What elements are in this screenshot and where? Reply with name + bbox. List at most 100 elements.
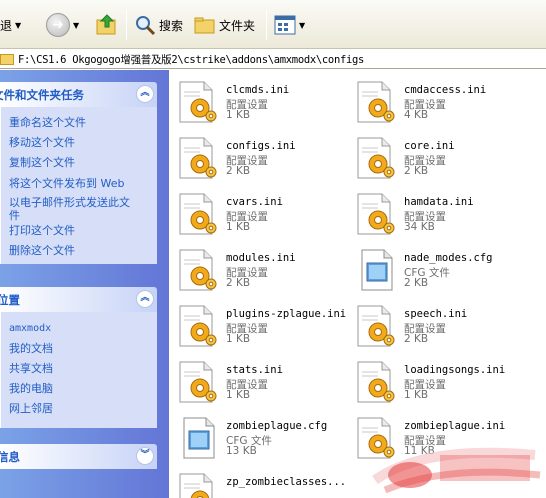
file-tasks-header[interactable]: 文件和文件夹任务 ︽ <box>0 82 157 107</box>
file-item[interactable]: hamdata.ini 配置设置 34 KB <box>352 190 527 242</box>
expand-icon[interactable]: ︾ <box>136 447 154 465</box>
config-settings-icon <box>352 414 400 462</box>
forward-arrow-icon: ➜ <box>46 13 70 37</box>
file-name: core.ini <box>404 140 455 152</box>
details-header[interactable]: 详细信息 ︾ <box>0 444 157 469</box>
task-rename[interactable]: 重命名这个文件 <box>9 116 86 129</box>
file-size: 2 KB <box>226 277 251 289</box>
up-folder-button[interactable] <box>95 10 119 40</box>
folders-button[interactable]: 文件夹 <box>194 10 255 40</box>
other-places-panel: amxmodx 我的文档 共享文档 我的电脑 网上邻居 <box>0 312 157 428</box>
file-item[interactable]: core.ini 配置设置 2 KB <box>352 134 527 186</box>
details-title: 详细信息 <box>0 450 20 464</box>
place-my-computer[interactable]: 我的电脑 <box>9 382 53 395</box>
file-size: 2 KB <box>404 165 429 177</box>
place-shared-documents[interactable]: 共享文档 <box>9 362 53 375</box>
task-print[interactable]: 打印这个文件 <box>9 224 75 237</box>
place-network[interactable]: 网上邻居 <box>9 402 53 415</box>
file-name: loadingsongs.ini <box>404 364 506 376</box>
file-name: cmdaccess.ini <box>404 84 487 96</box>
file-name: zombieplague.cfg <box>226 420 328 432</box>
config-settings-icon <box>174 246 222 294</box>
collapse-icon[interactable]: ︽ <box>136 290 154 308</box>
config-settings-icon <box>174 134 222 182</box>
file-name: zombieplague.ini <box>404 420 506 432</box>
file-size: 2 KB <box>226 165 251 177</box>
file-name: nade_modes.cfg <box>404 252 493 264</box>
views-dropdown-icon[interactable]: ▼ <box>299 21 305 30</box>
file-size: 2 KB <box>404 333 429 345</box>
file-size: 34 KB <box>404 221 435 233</box>
config-settings-icon <box>174 470 222 498</box>
file-item[interactable]: zp_zombieclasses... <box>174 470 349 498</box>
back-label: 后退 <box>0 18 13 33</box>
config-settings-icon <box>174 302 222 350</box>
file-name: clcmds.ini <box>226 84 290 96</box>
config-settings-icon <box>352 190 400 238</box>
file-tasks-panel: 重命名这个文件 移动这个文件 复制这个文件 将这个文件发布到 Web 以电子邮件… <box>0 107 157 264</box>
file-name: configs.ini <box>226 140 296 152</box>
file-name: zp_zombieclasses... <box>226 476 347 488</box>
file-item[interactable]: zombieplague.ini 配置设置 11 KB <box>352 414 527 466</box>
config-settings-icon <box>352 302 400 350</box>
file-size: 11 KB <box>404 445 435 457</box>
file-size: 1 KB <box>226 389 251 401</box>
file-name: plugins-zplague.ini <box>226 308 347 320</box>
config-settings-icon <box>174 78 222 126</box>
search-icon <box>136 16 156 36</box>
task-copy[interactable]: 复制这个文件 <box>9 156 75 169</box>
search-label: 搜索 <box>159 18 184 33</box>
file-item[interactable]: plugins-zplague.ini 配置设置 1 KB <box>174 302 349 354</box>
file-item[interactable]: loadingsongs.ini 配置设置 1 KB <box>352 358 527 410</box>
cfg-file-icon <box>174 414 222 462</box>
file-item[interactable]: configs.ini 配置设置 2 KB <box>174 134 349 186</box>
views-button[interactable]: ▼ <box>274 10 305 40</box>
place-my-documents[interactable]: 我的文档 <box>9 342 53 355</box>
file-name: speech.ini <box>404 308 468 320</box>
file-item[interactable]: cvars.ini 配置设置 1 KB <box>174 190 349 242</box>
toolbar-separator <box>266 10 267 40</box>
task-email[interactable]: 以电子邮件形式发送此文件 <box>9 196 137 222</box>
back-button[interactable]: 后退 ▼ <box>0 10 21 40</box>
file-item[interactable]: speech.ini 配置设置 2 KB <box>352 302 527 354</box>
search-button[interactable]: 搜索 <box>134 10 183 40</box>
file-tasks-title: 文件和文件夹任务 <box>0 88 84 102</box>
toolbar: 后退 ▼ ➜ ▼ 搜索 文件夹 <box>0 0 546 49</box>
task-publish-web[interactable]: 将这个文件发布到 Web <box>9 177 124 190</box>
file-item[interactable]: cmdaccess.ini 配置设置 4 KB <box>352 78 527 130</box>
file-list: clcmds.ini 配置设置 1 KB cmdaccess.ini 配置设置 4 KB c… <box>169 70 546 498</box>
file-item[interactable]: zombieplague.cfg CFG 文件 13 KB <box>174 414 349 466</box>
file-size: 1 KB <box>404 389 429 401</box>
collapse-icon[interactable]: ︽ <box>136 85 154 103</box>
toolbar-separator <box>126 10 127 40</box>
file-size: 1 KB <box>226 333 251 345</box>
cfg-file-icon <box>352 246 400 294</box>
file-item[interactable]: nade_modes.cfg CFG 文件 2 KB <box>352 246 527 298</box>
other-places-header[interactable]: 其它位置 ︽ <box>0 287 157 312</box>
file-size: 4 KB <box>404 109 429 121</box>
config-settings-icon <box>174 190 222 238</box>
forward-dropdown-icon[interactable]: ▼ <box>73 21 79 30</box>
file-size: 2 KB <box>404 277 429 289</box>
file-size: 13 KB <box>226 445 257 457</box>
file-name: modules.ini <box>226 252 296 264</box>
place-amxmodx[interactable]: amxmodx <box>9 322 51 335</box>
file-item[interactable]: stats.ini 配置设置 1 KB <box>174 358 349 410</box>
views-icon <box>274 15 296 35</box>
file-item[interactable]: clcmds.ini 配置设置 1 KB <box>174 78 349 130</box>
back-dropdown-icon[interactable]: ▼ <box>15 21 21 30</box>
other-places-title: 其它位置 <box>0 293 20 307</box>
forward-button[interactable]: ➜ ▼ <box>46 10 79 40</box>
file-item[interactable]: modules.ini 配置设置 2 KB <box>174 246 349 298</box>
task-delete[interactable]: 删除这个文件 <box>9 244 75 257</box>
folders-label: 文件夹 <box>219 18 256 33</box>
file-size: 1 KB <box>226 109 251 121</box>
folders-icon <box>194 17 215 34</box>
config-settings-icon <box>352 78 400 126</box>
config-settings-icon <box>352 134 400 182</box>
file-name: cvars.ini <box>226 196 283 208</box>
address-path[interactable]: F:\CS1.6 Okgogogo增强普及版2\cstrike\addons\a… <box>18 52 364 67</box>
up-folder-icon <box>96 14 116 35</box>
task-move[interactable]: 移动这个文件 <box>9 136 75 149</box>
address-bar[interactable]: F:\CS1.6 Okgogogo增强普及版2\cstrike\addons\a… <box>0 50 546 69</box>
